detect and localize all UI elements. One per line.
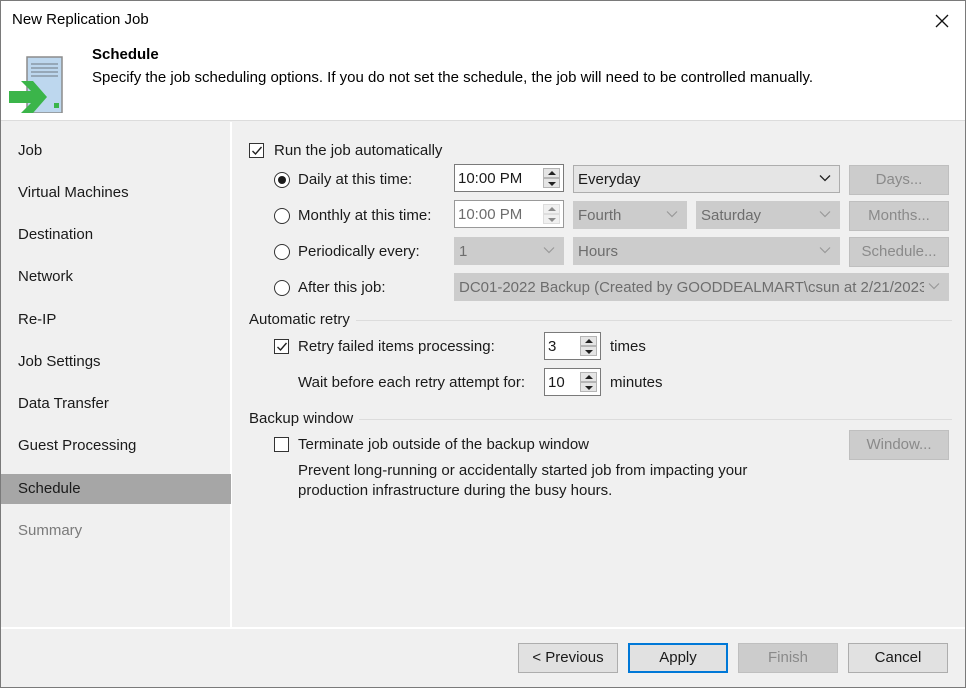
retry-count-spinner[interactable]: 3: [544, 332, 601, 360]
monthly-time-value: 10:00 PM: [458, 206, 523, 223]
daily-label: Daily at this time:: [298, 171, 413, 188]
periodically-label: Periodically every:: [298, 243, 420, 260]
sidebar-item-job-settings[interactable]: Job Settings: [1, 347, 231, 377]
period-unit-dropdown[interactable]: Hours: [573, 237, 840, 265]
chevron-down-icon: [819, 211, 831, 218]
monthly-week-dropdown[interactable]: Fourth: [573, 201, 687, 229]
after-job-value: DC01-2022 Backup (Created by GOODDEALMAR…: [459, 279, 924, 296]
retry-failed-checkbox[interactable]: [274, 339, 289, 354]
wizard-header: Schedule Specify the job scheduling opti…: [1, 41, 965, 121]
period-unit-value: Hours: [578, 243, 619, 260]
backup-window-description-line2: production infrastructure during the bus…: [298, 482, 613, 499]
spin-down-icon[interactable]: [543, 178, 560, 188]
run-automatically-label: Run the job automatically: [274, 142, 443, 159]
spin-up-icon[interactable]: [580, 372, 597, 382]
periodically-radio[interactable]: [274, 244, 290, 260]
sidebar-item-job[interactable]: Job: [1, 136, 231, 166]
sidebar-item-data-transfer[interactable]: Data Transfer: [1, 389, 231, 419]
retry-count-unit: times: [610, 338, 646, 355]
schedule-content: Run the job automatically Daily at this …: [234, 122, 965, 627]
spin-up-icon[interactable]: [580, 336, 597, 346]
wizard-steps-sidebar: Job Virtual Machines Destination Network…: [1, 122, 232, 627]
window-title: New Replication Job: [12, 11, 149, 28]
retry-count-value: 3: [548, 338, 557, 355]
title-bar: New Replication Job: [1, 1, 965, 41]
spin-up-icon[interactable]: [543, 168, 560, 178]
months-button[interactable]: Months...: [849, 201, 949, 231]
after-job-dropdown[interactable]: DC01-2022 Backup (Created by GOODDEALMAR…: [454, 273, 949, 301]
days-button[interactable]: Days...: [849, 165, 949, 195]
chevron-down-icon: [928, 283, 940, 290]
after-job-label: After this job:: [298, 279, 386, 296]
window-button[interactable]: Window...: [849, 430, 949, 460]
period-interval-value: 1: [459, 243, 468, 260]
apply-button[interactable]: Apply: [628, 643, 728, 673]
wait-minutes-value: 10: [548, 374, 565, 391]
wait-minutes-unit: minutes: [610, 374, 663, 391]
sidebar-item-network[interactable]: Network: [1, 262, 231, 292]
cancel-button[interactable]: Cancel: [848, 643, 948, 673]
chevron-down-icon: [819, 175, 831, 182]
retry-failed-label: Retry failed items processing:: [298, 338, 495, 355]
spin-up-icon[interactable]: [543, 204, 560, 214]
schedule-button[interactable]: Schedule...: [849, 237, 949, 267]
checkmark-icon: [277, 342, 288, 352]
wait-minutes-spinner[interactable]: 10: [544, 368, 601, 396]
finish-button: Finish: [738, 643, 838, 673]
daily-frequency-dropdown[interactable]: Everyday: [573, 165, 840, 193]
sidebar-item-destination[interactable]: Destination: [1, 220, 231, 250]
chevron-down-icon: [543, 247, 555, 254]
sidebar-item-schedule[interactable]: Schedule: [1, 474, 231, 504]
close-button[interactable]: [927, 6, 957, 36]
page-description: Specify the job scheduling options. If y…: [92, 69, 814, 86]
sidebar-item-guest-processing[interactable]: Guest Processing: [1, 431, 231, 461]
backup-window-group-label: Backup window: [249, 410, 360, 427]
schedule-step-icon: [9, 56, 63, 113]
period-interval-dropdown[interactable]: 1: [454, 237, 564, 265]
spin-down-icon[interactable]: [580, 382, 597, 392]
daily-frequency-value: Everyday: [578, 171, 641, 188]
new-replication-job-dialog: New Replication Job Schedule Specify the…: [0, 0, 966, 688]
daily-radio[interactable]: [274, 172, 290, 188]
monthly-label: Monthly at this time:: [298, 207, 432, 224]
sidebar-item-re-ip[interactable]: Re-IP: [1, 305, 231, 335]
terminate-job-label: Terminate job outside of the backup wind…: [298, 436, 590, 453]
page-title: Schedule: [92, 46, 159, 63]
chevron-down-icon: [666, 211, 678, 218]
sidebar-item-virtual-machines[interactable]: Virtual Machines: [1, 178, 231, 208]
wait-label: Wait before each retry attempt for:: [298, 374, 526, 391]
spin-down-icon[interactable]: [580, 346, 597, 356]
chevron-down-icon: [819, 247, 831, 254]
monthly-day-dropdown[interactable]: Saturday: [696, 201, 840, 229]
run-automatically-checkbox[interactable]: [249, 143, 264, 158]
wizard-footer: < Previous Apply Finish Cancel: [1, 627, 965, 687]
terminate-job-checkbox[interactable]: [274, 437, 289, 452]
sidebar-item-summary: Summary: [18, 522, 83, 539]
previous-button[interactable]: < Previous: [518, 643, 618, 673]
close-icon: [935, 14, 949, 28]
backup-window-description-line1: Prevent long-running or accidentally sta…: [298, 462, 748, 479]
checkmark-icon: [252, 146, 263, 156]
retry-group-label: Automatic retry: [249, 311, 356, 328]
monthly-week-value: Fourth: [578, 207, 622, 224]
daily-time-spinner[interactable]: 10:00 PM: [454, 164, 564, 192]
after-job-radio[interactable]: [274, 280, 290, 296]
monthly-day-value: Saturday: [701, 207, 762, 224]
monthly-radio[interactable]: [274, 208, 290, 224]
spin-down-icon[interactable]: [543, 214, 560, 224]
monthly-time-spinner[interactable]: 10:00 PM: [454, 200, 564, 228]
daily-time-value: 10:00 PM: [458, 170, 523, 187]
